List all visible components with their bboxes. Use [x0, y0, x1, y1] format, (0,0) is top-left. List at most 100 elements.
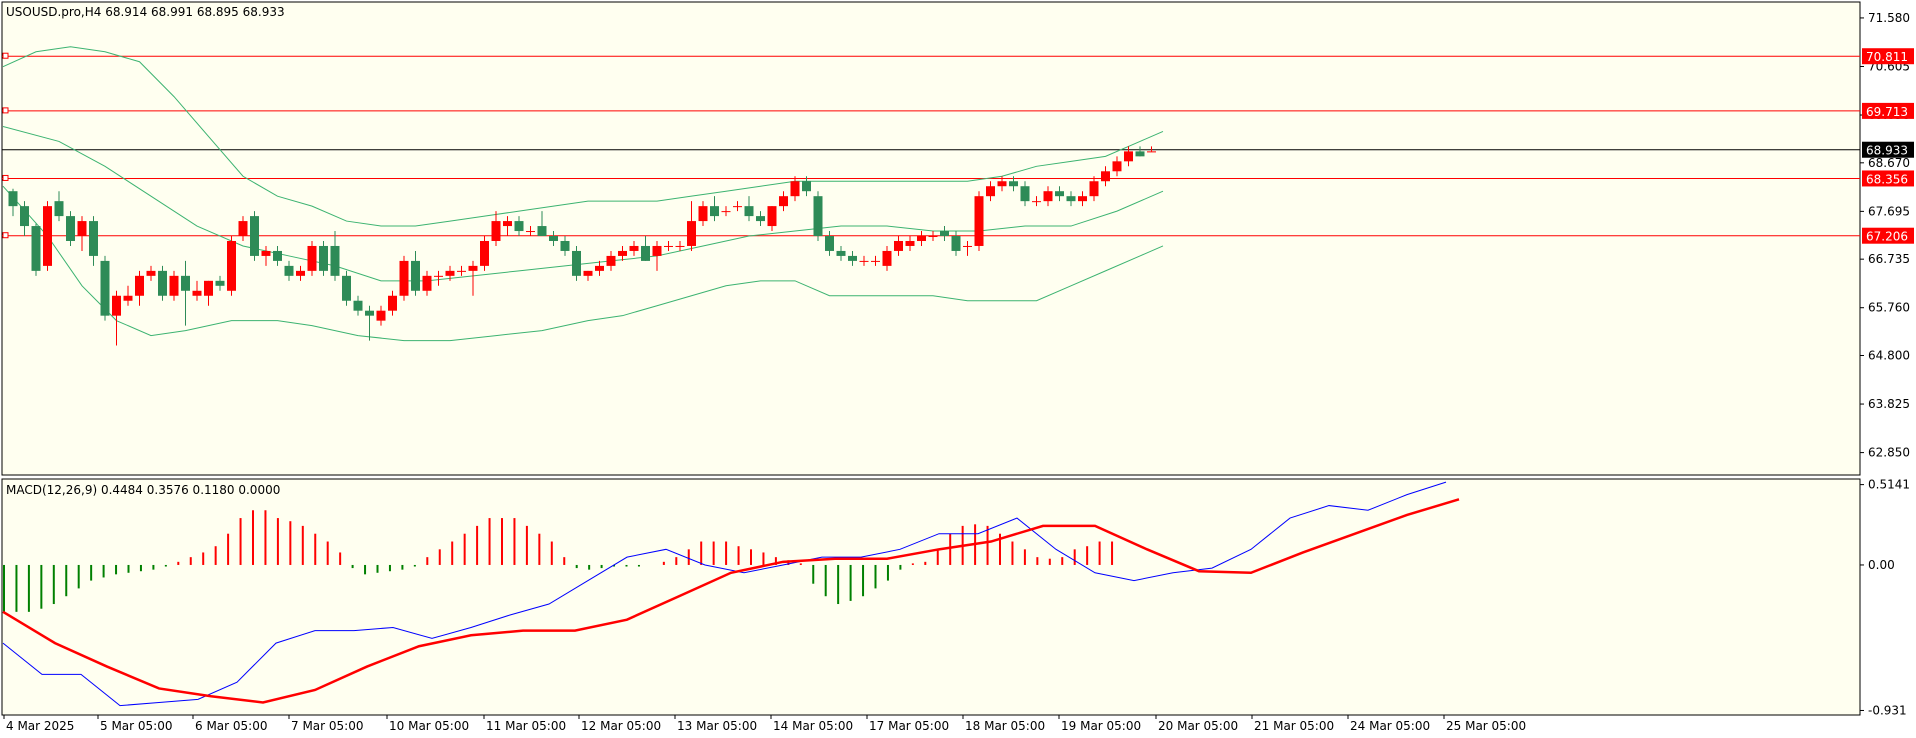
candle[interactable] — [572, 245, 581, 281]
level-tag-label: 69.713 — [1866, 105, 1908, 119]
current-price-label: 68.933 — [1866, 144, 1908, 158]
candle[interactable] — [100, 255, 110, 321]
candle-body — [537, 226, 547, 237]
candle-body — [802, 181, 811, 192]
macd-tick-label: 0.5141 — [1868, 478, 1910, 492]
candle-body — [1089, 181, 1099, 197]
candle-body — [273, 250, 282, 261]
candle-body — [123, 295, 133, 301]
candle-body — [664, 245, 673, 247]
candle[interactable] — [319, 240, 328, 276]
level-tag-label: 70.811 — [1866, 50, 1908, 64]
candle-body — [307, 245, 317, 271]
candle-body — [514, 221, 524, 232]
candle-body — [215, 280, 225, 286]
candle-body — [905, 240, 915, 246]
candle-body — [112, 295, 121, 316]
level-anchor[interactable] — [2, 174, 9, 181]
candle-body — [66, 216, 75, 241]
candle-body — [89, 221, 98, 256]
candle[interactable] — [342, 270, 351, 306]
candle-body — [710, 206, 719, 217]
macd-panel[interactable] — [1, 478, 1861, 716]
candle-body — [675, 245, 685, 247]
price-tick-label: 66.735 — [1868, 252, 1910, 266]
price-panel[interactable] — [1, 1, 1861, 476]
candle-body — [606, 255, 616, 266]
level-anchor[interactable] — [2, 232, 9, 239]
candle[interactable] — [31, 223, 41, 276]
candle-body — [204, 280, 213, 296]
candle[interactable] — [974, 191, 984, 251]
candle-body — [963, 245, 972, 247]
candle-body — [353, 300, 363, 311]
price-tick-label: 64.800 — [1868, 349, 1910, 363]
candle-body — [882, 250, 892, 266]
candle-body — [1135, 151, 1145, 157]
candle[interactable] — [158, 265, 167, 301]
candle-body — [31, 226, 41, 271]
level-tag-label: 67.206 — [1866, 230, 1908, 244]
candle-body — [549, 236, 558, 241]
candle-body — [434, 275, 443, 277]
symbol-header: USOUSD.pro,H4 68.914 68.991 68.895 68.93… — [6, 5, 285, 19]
candle-body — [250, 216, 259, 256]
candle-body — [192, 290, 202, 296]
candle[interactable] — [480, 236, 489, 271]
date-tick-label: 19 Mar 05:00 — [1061, 719, 1141, 733]
candle[interactable] — [43, 201, 52, 271]
candle-body — [687, 221, 696, 246]
candle-body — [1043, 191, 1053, 202]
date-tick-label: 6 Mar 05:00 — [195, 719, 268, 733]
date-tick-label: 12 Mar 05:00 — [581, 719, 661, 733]
candle-body — [652, 245, 662, 256]
candle[interactable] — [227, 236, 236, 296]
candle-body — [238, 221, 248, 237]
candle-body — [756, 216, 765, 222]
candle-body — [146, 270, 156, 276]
candle-body — [1032, 201, 1041, 203]
chart-canvas: 0.51410.00-0.931 71.58070.60569.63068.67… — [0, 0, 1916, 738]
macd-header: MACD(12,26,9) 0.4484 0.3576 0.1180 0.000… — [6, 483, 280, 497]
level-anchor[interactable] — [2, 52, 9, 59]
candle-body — [917, 236, 926, 241]
candle-body — [503, 221, 512, 227]
candle-body — [940, 231, 949, 237]
price-tick-label: 62.850 — [1868, 446, 1910, 460]
candle-body — [388, 295, 397, 311]
candle-body — [1020, 186, 1030, 202]
candle-body — [859, 260, 869, 262]
date-tick-label: 24 Mar 05:00 — [1350, 719, 1430, 733]
candle[interactable] — [813, 191, 823, 241]
level-tag-label: 68.356 — [1866, 172, 1908, 186]
candle-body — [135, 275, 144, 296]
level-anchor[interactable] — [2, 107, 9, 114]
date-tick-label: 10 Mar 05:00 — [389, 719, 469, 733]
date-tick-label: 25 Mar 05:00 — [1446, 719, 1526, 733]
candle-body — [595, 265, 604, 271]
candle-body — [20, 206, 29, 227]
candle[interactable] — [399, 255, 409, 301]
candle-body — [54, 201, 64, 217]
candle-body — [871, 260, 880, 262]
candle-body — [411, 260, 420, 291]
candle-body — [986, 186, 995, 197]
candle-body — [974, 196, 984, 246]
candle-body — [1078, 196, 1087, 202]
price-tick-label: 68.670 — [1868, 156, 1910, 170]
candle-body — [77, 221, 87, 237]
price-tick-label: 65.760 — [1868, 301, 1910, 315]
candle-body — [261, 250, 271, 256]
candle-body — [158, 270, 167, 296]
candle-body — [894, 240, 903, 251]
candle-body — [1147, 151, 1156, 153]
candle[interactable] — [250, 211, 259, 261]
candle-body — [181, 275, 190, 291]
candle-body — [733, 206, 742, 208]
candle[interactable] — [307, 240, 317, 276]
candle-body — [560, 240, 570, 251]
candle-body — [342, 275, 351, 301]
candle[interactable] — [66, 211, 75, 246]
candle-body — [491, 221, 501, 241]
candle-body — [629, 245, 639, 251]
